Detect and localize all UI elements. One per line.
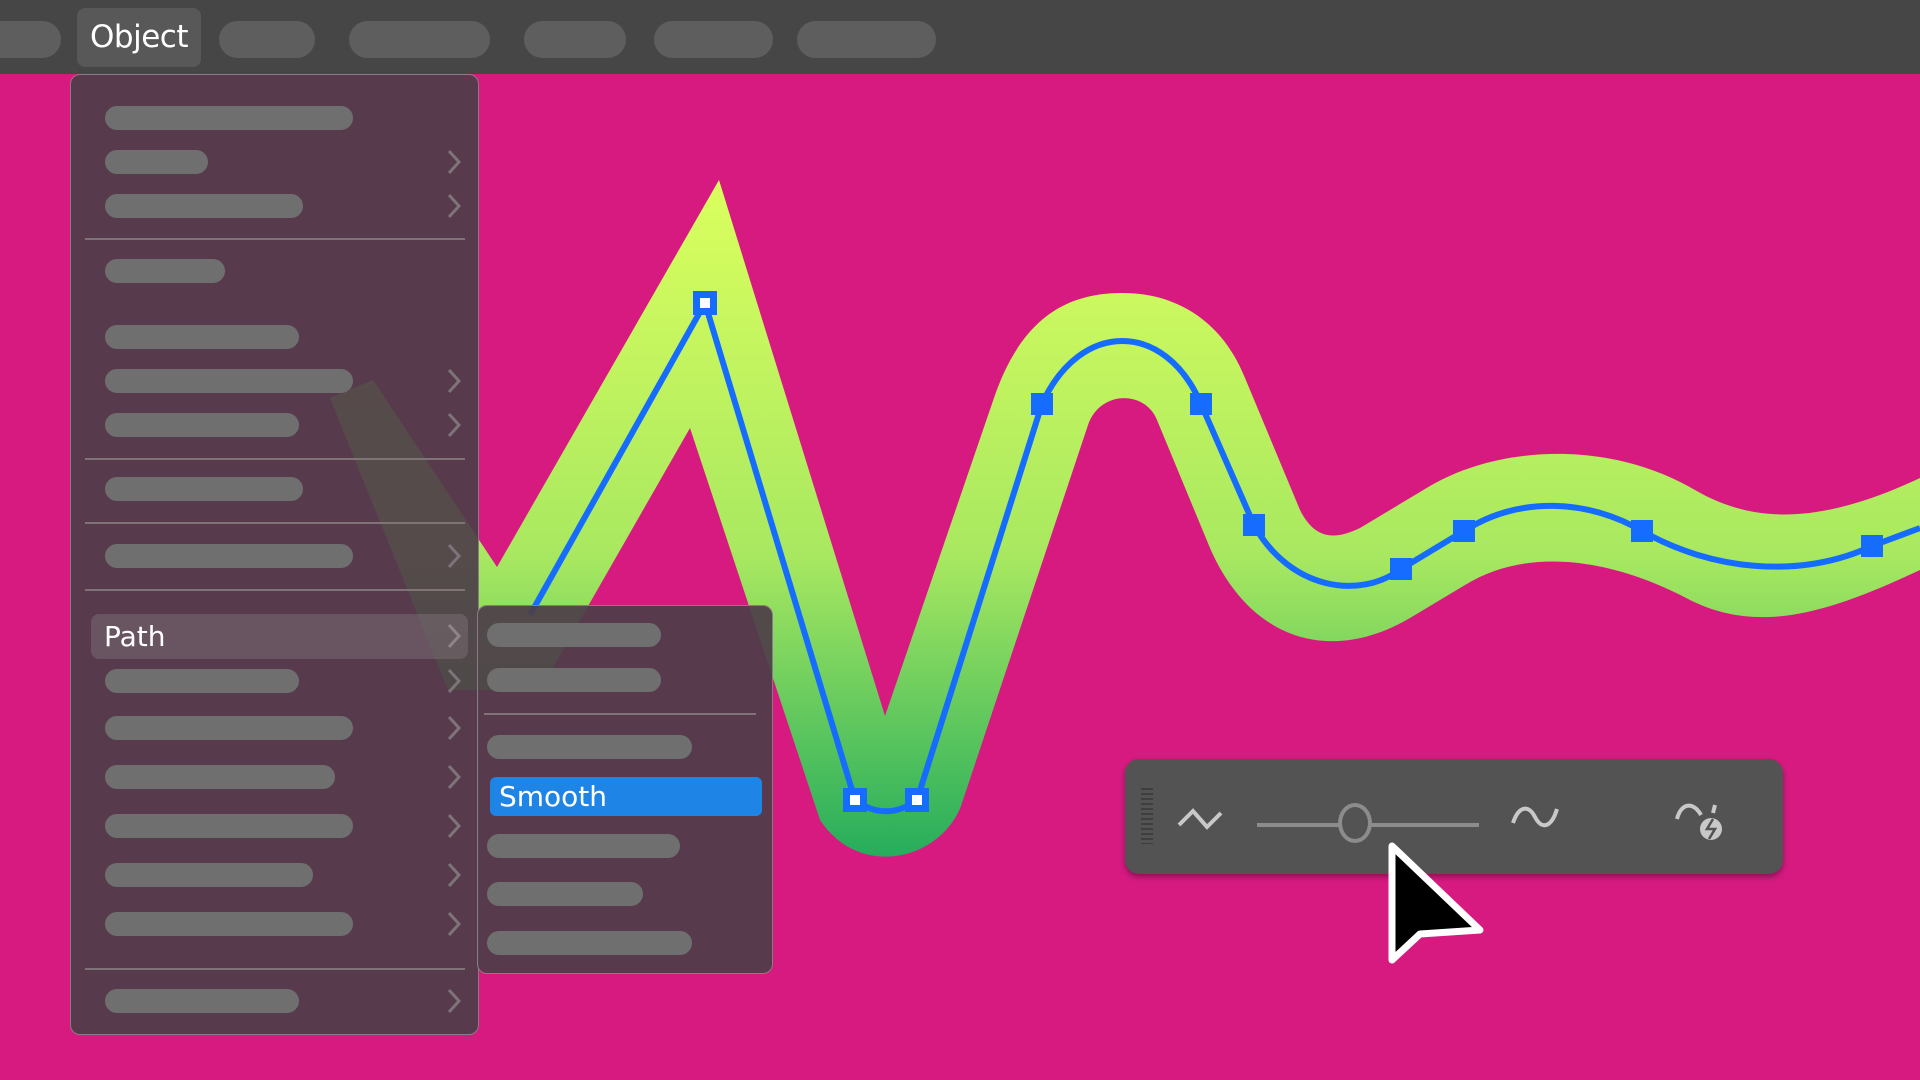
anchor-point[interactable]: [1031, 393, 1053, 415]
smooth-path-icon[interactable]: [1509, 797, 1561, 837]
menu-separator: [85, 589, 465, 591]
submenu-item[interactable]: [487, 834, 680, 858]
chevron-right-icon: [443, 622, 465, 650]
menu-separator: [85, 238, 465, 240]
anchor-point[interactable]: [1390, 558, 1412, 580]
menu-item[interactable]: [105, 716, 353, 740]
chevron-right-icon: [443, 667, 465, 695]
menu-item[interactable]: [105, 325, 299, 349]
chevron-right-icon: [443, 910, 465, 938]
anchor-point[interactable]: [1631, 520, 1653, 542]
menu-item[interactable]: [105, 194, 303, 218]
anchor-point[interactable]: [1861, 535, 1883, 557]
anchor-point[interactable]: [1453, 520, 1475, 542]
chevron-right-icon: [443, 411, 465, 439]
chevron-right-icon: [443, 192, 465, 220]
menu-separator: [85, 458, 465, 460]
menu-item[interactable]: [105, 863, 313, 887]
menu-item[interactable]: [105, 544, 353, 568]
menu-item[interactable]: [105, 106, 353, 130]
chevron-right-icon: [443, 861, 465, 889]
chevron-right-icon: [443, 542, 465, 570]
menu-separator: [85, 968, 465, 970]
path-submenu: Smooth: [477, 605, 773, 974]
mouse-cursor-icon: [1388, 842, 1484, 964]
chevron-right-icon: [443, 714, 465, 742]
submenu-separator: [484, 713, 756, 715]
chevron-right-icon: [443, 148, 465, 176]
submenu-item-smooth[interactable]: Smooth: [490, 777, 762, 816]
menu-item[interactable]: [105, 814, 353, 838]
chevron-right-icon: [443, 367, 465, 395]
submenu-item[interactable]: [487, 735, 692, 759]
auto-smooth-icon[interactable]: [1673, 795, 1733, 845]
chevron-right-icon: [443, 987, 465, 1015]
menu-item-path[interactable]: Path: [91, 614, 468, 659]
chevron-right-icon: [443, 763, 465, 791]
object-menu: Path: [70, 74, 479, 1035]
anchor-point[interactable]: [1243, 514, 1265, 536]
jagged-path-icon[interactable]: [1175, 797, 1225, 837]
menu-item[interactable]: [105, 765, 335, 789]
menu-separator: [85, 522, 465, 524]
submenu-item[interactable]: [487, 668, 661, 692]
submenu-item[interactable]: [487, 882, 643, 906]
menu-item[interactable]: [105, 259, 225, 283]
smoothness-slider-knob[interactable]: [1337, 803, 1372, 843]
menu-item[interactable]: [105, 413, 299, 437]
menu-item[interactable]: [105, 989, 299, 1013]
menu-item[interactable]: [105, 150, 208, 174]
chevron-right-icon: [443, 812, 465, 840]
menu-item[interactable]: [105, 477, 303, 501]
menu-item[interactable]: [105, 369, 353, 393]
submenu-item[interactable]: [487, 623, 661, 647]
menu-item[interactable]: [105, 912, 353, 936]
drag-handle[interactable]: [1141, 788, 1153, 844]
menu-item-path-label: Path: [104, 620, 166, 653]
submenu-item[interactable]: [487, 931, 692, 955]
submenu-item-smooth-label: Smooth: [499, 780, 608, 813]
menu-item[interactable]: [105, 669, 299, 693]
anchor-point[interactable]: [1190, 393, 1212, 415]
